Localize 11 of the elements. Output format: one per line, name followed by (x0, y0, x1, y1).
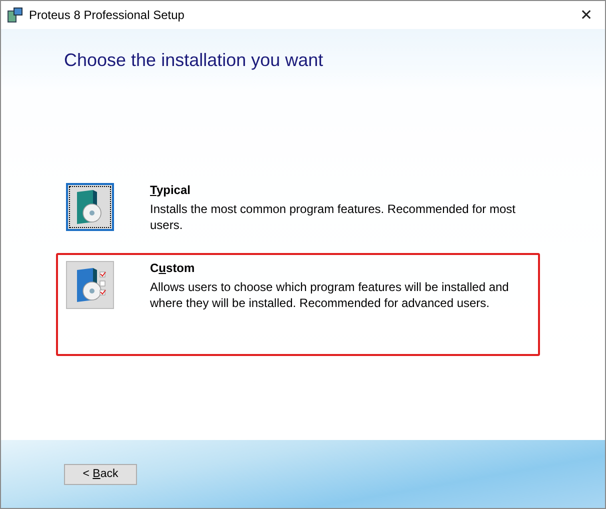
installer-icon (7, 7, 23, 23)
option-button[interactable] (66, 261, 114, 309)
option-button[interactable] (66, 183, 114, 231)
option-title: Custom (150, 261, 196, 275)
close-button[interactable]: ✕ (574, 6, 599, 24)
back-button[interactable]: < Back (64, 464, 137, 484)
option-description: Installs the most common program features. Recommended for most users. (150, 201, 516, 233)
option-description: Allows users to choose which program features will be installed and where they will be installed. Recommended for advanced users. (150, 279, 510, 311)
window-title: Proteus 8 Professional Setup (29, 8, 186, 22)
option-title: Typical (150, 183, 192, 197)
page-heading: Choose the installation you want (64, 50, 324, 70)
